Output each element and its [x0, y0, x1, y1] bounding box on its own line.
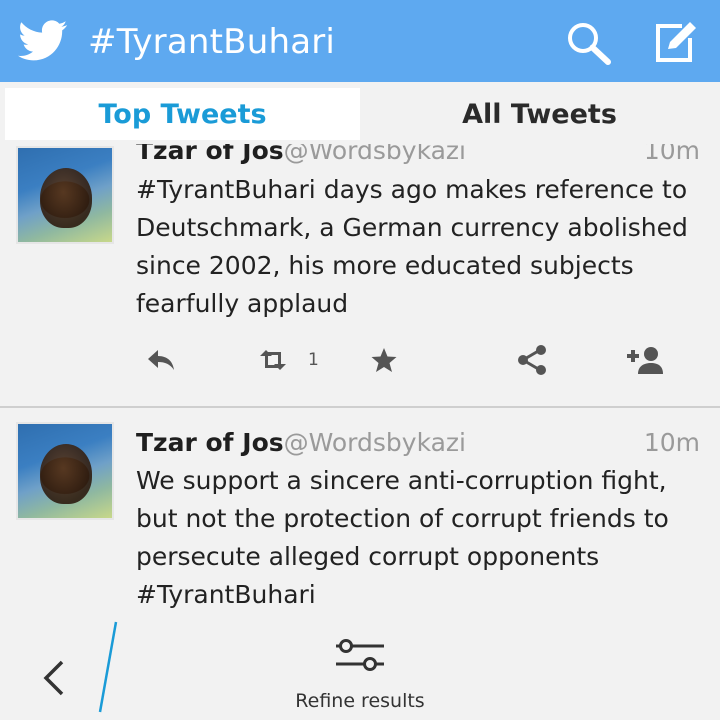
- retweet-count: 1: [308, 350, 319, 370]
- tweet-timestamp: 10m: [643, 428, 700, 457]
- tweet-author-handle[interactable]: @Wordsbykazi: [284, 428, 466, 457]
- page-title: #TyrantBuhari: [88, 22, 336, 62]
- tweet-actions: 1: [0, 342, 720, 382]
- tab-all-tweets[interactable]: All Tweets: [362, 88, 717, 140]
- share-icon: [518, 345, 546, 375]
- search-icon[interactable]: [564, 20, 614, 66]
- twitter-bird-icon[interactable]: [18, 20, 68, 62]
- tweet-feed[interactable]: Tzar of Jos@Wordsbykazi 10m #TyrantBuhar…: [0, 144, 720, 612]
- tweet-item[interactable]: Tzar of Jos@Wordsbykazi 10m #TyrantBuhar…: [0, 144, 720, 406]
- tab-bar: Top Tweets All Tweets: [0, 82, 720, 144]
- tweet-author-name[interactable]: Tzar of Jos: [136, 428, 284, 457]
- tweet-author-handle[interactable]: @Wordsbykazi: [284, 144, 466, 165]
- share-button[interactable]: [516, 342, 548, 378]
- tweet-timestamp: 10m: [643, 144, 700, 165]
- reply-button[interactable]: [146, 342, 176, 378]
- reply-icon: [148, 350, 174, 370]
- tweet-header: Tzar of Jos@Wordsbykazi 10m: [136, 428, 700, 462]
- back-button[interactable]: [36, 654, 72, 702]
- slash-divider: [98, 621, 118, 713]
- follow-button[interactable]: [626, 342, 664, 378]
- retweet-button[interactable]: 1: [256, 342, 319, 378]
- star-icon: [371, 348, 397, 372]
- tweet-item[interactable]: Tzar of Jos@Wordsbykazi 10m We support a…: [0, 408, 720, 612]
- tweet-author-name[interactable]: Tzar of Jos: [136, 144, 284, 165]
- tab-top-tweets[interactable]: Top Tweets: [5, 88, 360, 140]
- favorite-button[interactable]: [370, 342, 398, 378]
- avatar[interactable]: [16, 422, 114, 520]
- refine-results-button[interactable]: Refine results: [260, 690, 460, 712]
- app-header: #TyrantBuhari: [0, 0, 720, 82]
- refine-results-icon[interactable]: [334, 636, 386, 676]
- compose-icon[interactable]: [652, 20, 698, 64]
- add-user-icon: [627, 347, 663, 374]
- tweet-text: #TyrantBuhari days ago makes reference t…: [136, 175, 688, 318]
- tweet-header: Tzar of Jos@Wordsbykazi 10m: [136, 144, 700, 170]
- tweet-text: We support a sincere anti-corruption fig…: [136, 466, 669, 609]
- avatar[interactable]: [16, 146, 114, 244]
- retweet-icon: [260, 350, 286, 370]
